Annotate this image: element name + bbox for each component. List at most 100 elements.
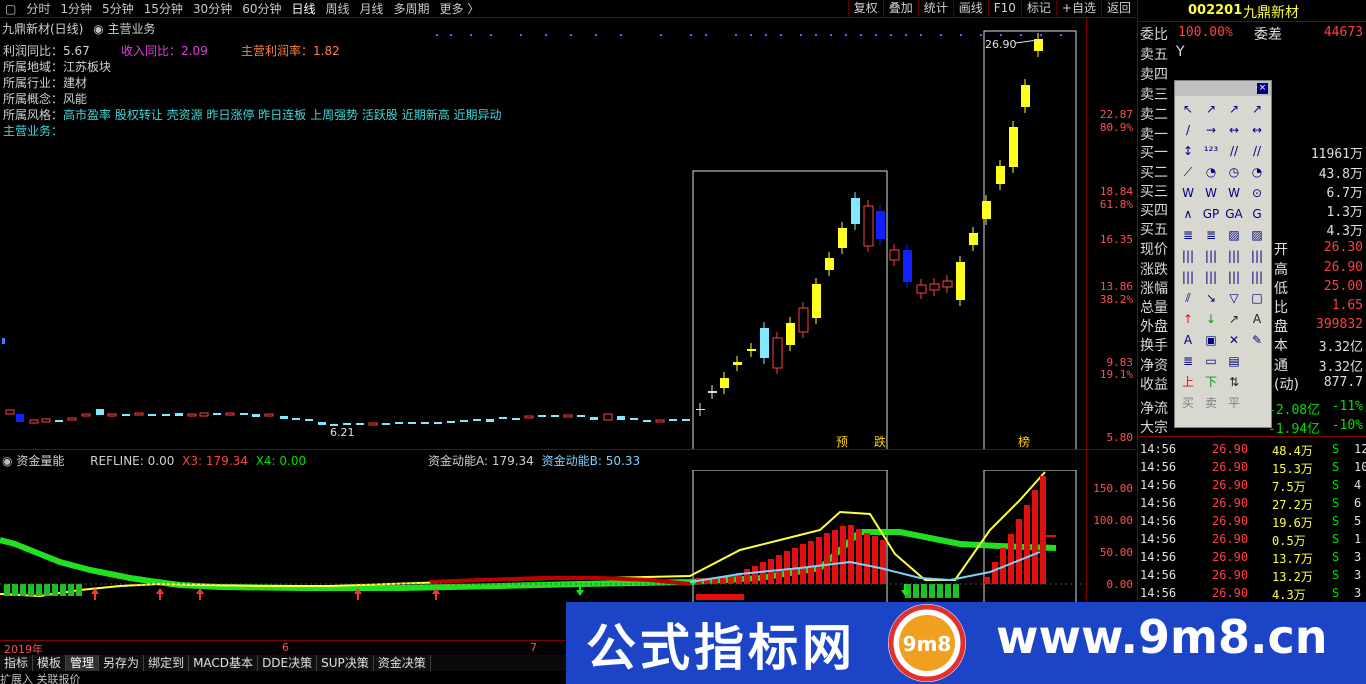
- drawing-tool-icon[interactable]: |||: [1225, 248, 1243, 264]
- tick-row[interactable]: 14:56 26.90 19.6万 S 5: [1140, 512, 1365, 530]
- drawing-tool-icon[interactable]: ◔: [1202, 164, 1220, 180]
- sub-toggle-icon[interactable]: ◉: [2, 454, 12, 468]
- indicator-tab[interactable]: DDE决策: [258, 655, 318, 671]
- drawing-tool-icon[interactable]: ▽: [1225, 290, 1243, 306]
- menu-icon[interactable]: ▢: [0, 0, 21, 18]
- drawing-tool-icon[interactable]: W: [1225, 185, 1243, 201]
- period-tab[interactable]: 30分钟: [188, 0, 237, 18]
- tick-row[interactable]: 14:56 26.90 13.2万 S 3: [1140, 566, 1365, 584]
- tool-button[interactable]: 返回: [1100, 0, 1136, 17]
- period-tab[interactable]: 日线: [286, 0, 320, 18]
- drawing-tool-icon[interactable]: 买: [1179, 395, 1197, 411]
- close-icon[interactable]: ×: [1257, 83, 1268, 94]
- drawing-tool-icon[interactable]: W: [1179, 185, 1197, 201]
- tick-row[interactable]: 14:56 26.90 15.3万 S 10: [1140, 458, 1366, 476]
- drawing-tool-icon[interactable]: ◔: [1248, 164, 1266, 180]
- indicator-tab[interactable]: 模板: [33, 655, 67, 671]
- indicator-tab[interactable]: 绑定到: [144, 655, 190, 671]
- drawing-tool-icon[interactable]: □: [1248, 290, 1266, 306]
- drawing-tool-icon[interactable]: //: [1248, 143, 1266, 159]
- drawing-tool-icon[interactable]: ↕: [1179, 143, 1197, 159]
- tick-row[interactable]: 14:56 26.90 0.5万 S 1: [1140, 530, 1365, 548]
- drawing-tool-icon[interactable]: ⟋: [1179, 164, 1197, 180]
- drawing-tool-icon[interactable]: 平: [1225, 395, 1243, 411]
- drawing-tool-icon[interactable]: A: [1179, 332, 1197, 348]
- period-tab[interactable]: 5分钟: [97, 0, 139, 18]
- drawing-tool-icon[interactable]: GP: [1202, 206, 1220, 222]
- drawing-tool-icon[interactable]: //: [1225, 143, 1243, 159]
- tick-row[interactable]: 14:56 26.90 48.4万 S 12: [1140, 440, 1366, 458]
- drawing-tool-icon[interactable]: ¹²³: [1202, 143, 1220, 159]
- drawing-tool-icon[interactable]: ↔: [1225, 122, 1243, 138]
- drawing-tool-icon[interactable]: ↔: [1248, 122, 1266, 138]
- drawing-tool-icon[interactable]: ↘: [1202, 290, 1220, 306]
- drawing-tool-icon[interactable]: ▭: [1202, 353, 1220, 369]
- drawing-tool-icon[interactable]: |||: [1248, 269, 1266, 285]
- drawing-tool-icon[interactable]: ↗: [1202, 101, 1220, 117]
- tick-row[interactable]: 14:56 26.90 13.7万 S 3: [1140, 548, 1365, 566]
- period-tab[interactable]: 60分钟: [237, 0, 286, 18]
- tool-button[interactable]: F10: [987, 0, 1021, 17]
- period-tab[interactable]: 更多 〉: [435, 0, 485, 18]
- tool-button[interactable]: 复权: [847, 0, 883, 17]
- drawing-tool-icon[interactable]: |||: [1202, 269, 1220, 285]
- drawing-tool-icon[interactable]: |||: [1202, 248, 1220, 264]
- drawing-tool-icon[interactable]: 下: [1202, 374, 1220, 390]
- drawing-tool-icon[interactable]: GA: [1225, 206, 1243, 222]
- drawing-tool-icon[interactable]: ⇅: [1225, 374, 1243, 390]
- drawing-tool-icon[interactable]: ∧: [1179, 206, 1197, 222]
- drawing-tool-icon[interactable]: ↗: [1225, 311, 1243, 327]
- tick-row[interactable]: 14:56 26.90 4.3万 S 3: [1140, 584, 1365, 602]
- tick-row[interactable]: 14:56 26.90 7.5万 S 4: [1140, 476, 1365, 494]
- drawing-tool-icon[interactable]: [1248, 395, 1266, 411]
- tool-button[interactable]: 标记: [1020, 0, 1056, 17]
- tool-button[interactable]: 叠加: [882, 0, 918, 17]
- period-tab[interactable]: 15分钟: [139, 0, 188, 18]
- period-tab[interactable]: 分时: [21, 0, 55, 18]
- drawing-tool-icon[interactable]: ▤: [1225, 353, 1243, 369]
- period-tab[interactable]: 1分钟: [55, 0, 97, 18]
- drawing-tool-icon[interactable]: ↖: [1179, 101, 1197, 117]
- period-tab[interactable]: 周线: [321, 0, 355, 18]
- drawing-tool-icon[interactable]: ✕: [1225, 332, 1243, 348]
- drawing-tool-icon[interactable]: 上: [1179, 374, 1197, 390]
- drawing-tool-icon[interactable]: ↗: [1248, 101, 1266, 117]
- drawing-tool-icon[interactable]: ↑: [1179, 311, 1197, 327]
- indicator-tab[interactable]: SUP决策: [317, 655, 374, 671]
- indicator-tab[interactable]: MACD基本: [189, 655, 259, 671]
- drawing-tool-icon[interactable]: |||: [1179, 269, 1197, 285]
- period-tab[interactable]: 多周期: [389, 0, 435, 18]
- drawing-tool-icon[interactable]: |||: [1225, 269, 1243, 285]
- drawing-tool-icon[interactable]: ≣: [1202, 227, 1220, 243]
- drawing-tool-icon[interactable]: ↗: [1225, 101, 1243, 117]
- drawing-tool-icon[interactable]: [1248, 353, 1266, 369]
- drawing-tool-icon[interactable]: /: [1179, 122, 1197, 138]
- indicator-tab[interactable]: 管理: [66, 655, 100, 671]
- indicator-tab[interactable]: 另存为: [99, 655, 145, 671]
- indicator-tab[interactable]: 指标: [0, 655, 34, 671]
- drawing-tool-icon[interactable]: ⫽: [1179, 290, 1197, 306]
- drawing-tool-icon[interactable]: ✎: [1248, 332, 1266, 348]
- drawing-tool-icon[interactable]: A: [1248, 311, 1266, 327]
- drawing-tool-icon[interactable]: ↓: [1202, 311, 1220, 327]
- drawing-tool-icon[interactable]: →: [1202, 122, 1220, 138]
- drawing-tool-icon[interactable]: G: [1248, 206, 1266, 222]
- indicator-tab[interactable]: 资金决策: [373, 655, 431, 671]
- drawing-tool-icon[interactable]: ▣: [1202, 332, 1220, 348]
- drawing-tool-icon[interactable]: ⊙: [1248, 185, 1266, 201]
- tool-button[interactable]: 统计: [917, 0, 953, 17]
- drawing-tool-icon[interactable]: ▨: [1225, 227, 1243, 243]
- drawing-tool-icon[interactable]: ≣: [1179, 227, 1197, 243]
- drawing-tool-icon[interactable]: ≣: [1179, 353, 1197, 369]
- tick-row[interactable]: 14:56 26.90 27.2万 S 6: [1140, 494, 1365, 512]
- drawing-tool-icon[interactable]: ▨: [1248, 227, 1266, 243]
- drawing-tool-icon[interactable]: |||: [1248, 248, 1266, 264]
- drawing-tool-icon[interactable]: 卖: [1202, 395, 1220, 411]
- drawing-tool-icon[interactable]: |||: [1179, 248, 1197, 264]
- drawing-tool-icon[interactable]: [1248, 374, 1266, 390]
- drawing-toolbox[interactable]: × ↖ ↗ ↗ ↗ / → ↔ ↔ ↕ ¹²³////⟋ ◔ ◷ ◔ W W W ⊙ ∧ GP GA G ≣ ≣ ▨ ▨ ||| |…: [1174, 80, 1272, 428]
- candlestick-chart[interactable]: 26.90 6.21 预 跌 榜: [0, 18, 1086, 450]
- drawing-tool-icon[interactable]: ◷: [1225, 164, 1243, 180]
- tool-button[interactable]: 画线: [952, 0, 988, 17]
- drawing-tool-icon[interactable]: W: [1202, 185, 1220, 201]
